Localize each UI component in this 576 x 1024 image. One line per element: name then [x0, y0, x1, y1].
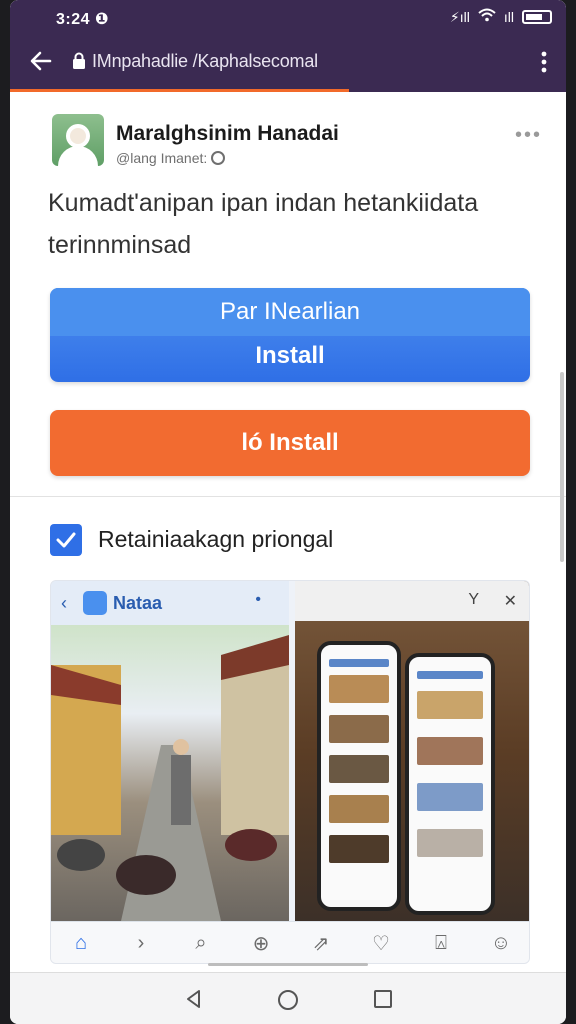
status-time: 3:24 ❶: [56, 11, 110, 28]
preview-menu-icon: •: [255, 591, 261, 608]
scrollbar-thumb[interactable]: [560, 372, 564, 562]
gesture-handle: [208, 963, 368, 966]
author-avatar[interactable]: [52, 114, 104, 166]
url-text[interactable]: IMnpahadlie /Kaphalsecomal: [92, 51, 318, 72]
mini-phone-image: [417, 783, 483, 811]
preview-avatar: [83, 591, 107, 615]
system-home-icon[interactable]: [278, 990, 298, 1010]
app-preview-image: ‹ Nataa • Y ✕ ⌂ › ⌕ ⊕ ⇗ ♡ ⍓ ☺: [50, 580, 530, 964]
back-arrow-icon[interactable]: [28, 48, 54, 74]
preview-right-screen: Y ✕: [295, 581, 529, 921]
system-recents-icon[interactable]: [374, 990, 392, 1008]
add-icon: ⊕: [252, 933, 270, 955]
status-bar: 3:24 ❶ ⚡ıll ıll: [10, 0, 566, 34]
preview-title: Nataa: [113, 593, 163, 613]
status-icons: ⚡ıll ıll: [450, 8, 552, 26]
vertical-dots-icon[interactable]: [540, 50, 548, 74]
system-navigation-bar: [10, 963, 566, 1024]
mini-phone-image: [329, 675, 389, 703]
mini-phone-image: [329, 795, 389, 823]
wifi-icon: [478, 8, 496, 26]
search-icon: ⌕: [195, 932, 207, 954]
mini-phone-image: [329, 715, 389, 743]
author-name[interactable]: Maralghsinim Hanadai: [116, 122, 339, 146]
preview-header: ‹ Nataa •: [51, 581, 289, 625]
share-icon: ⇗: [312, 933, 330, 955]
globe-icon: [211, 151, 226, 165]
bookmark-icon: ⍓: [435, 932, 447, 954]
heart-icon: ♡: [372, 933, 390, 955]
cell-icon: ıll: [503, 9, 514, 25]
preview-close-icon: Y: [468, 591, 479, 608]
page-content: Maralghsinim Hanadai @lang Imanet: ••• K…: [10, 92, 566, 972]
battery-icon: [522, 10, 552, 24]
retain-checkbox[interactable]: [50, 524, 82, 556]
mini-phone-image: [417, 691, 483, 719]
browser-toolbar: 3:24 ❶ ⚡ıll ıll IMnpahadlie /Kaphalsecom…: [10, 0, 566, 92]
more-options-icon[interactable]: •••: [515, 124, 542, 147]
avatar-body: [58, 146, 98, 166]
primary-button-top-label: Par INearlian: [219, 298, 361, 325]
signal-icon: ⚡ıll: [449, 9, 470, 25]
preview-left-screen: ‹ Nataa •: [51, 581, 289, 921]
forward-icon: ›: [137, 932, 145, 954]
mini-phone-bar: [417, 671, 483, 679]
section-divider: [10, 496, 566, 497]
mini-phone-image: [417, 829, 483, 857]
system-back-icon[interactable]: [184, 989, 204, 1009]
install-button-secondary[interactable]: ló Install: [50, 410, 530, 476]
primary-button-label: Install: [255, 342, 325, 369]
checkbox-label[interactable]: Retainiaakagn priongal: [98, 526, 333, 553]
mini-phone-image: [329, 835, 389, 863]
post-text: Kumadt'anipan ipan indan hetankiidata te…: [48, 189, 479, 259]
mini-phone-right: [405, 653, 495, 915]
preview-back-icon: ‹: [61, 593, 67, 613]
home-icon: ⌂: [74, 932, 88, 954]
phone-screen: 3:24 ❶ ⚡ıll ıll IMnpahadlie /Kaphalsecom…: [10, 0, 566, 1024]
checkmark-icon: [56, 532, 76, 548]
avatar-head: [66, 124, 90, 148]
address-bar[interactable]: IMnpahadlie /Kaphalsecomal: [10, 38, 566, 86]
preview-bottom-nav: ⌂ › ⌕ ⊕ ⇗ ♡ ⍓ ☺: [51, 921, 529, 963]
preview-expand-icon: ✕: [503, 593, 517, 610]
lock-icon: [73, 52, 85, 69]
preview-right-header: Y ✕: [295, 581, 529, 621]
profile-icon: ☺: [490, 932, 512, 954]
mini-phone-image: [329, 755, 389, 783]
mini-phone-left: [317, 641, 401, 911]
author-handle: @lang Imanet:: [116, 150, 226, 166]
author-handle-text: @lang Imanet:: [116, 150, 208, 166]
install-button-primary[interactable]: Par INearlian Install: [50, 288, 530, 382]
mini-phone-bar: [329, 659, 389, 667]
street-scene-photo: [51, 625, 289, 921]
mini-phone-image: [417, 737, 483, 765]
